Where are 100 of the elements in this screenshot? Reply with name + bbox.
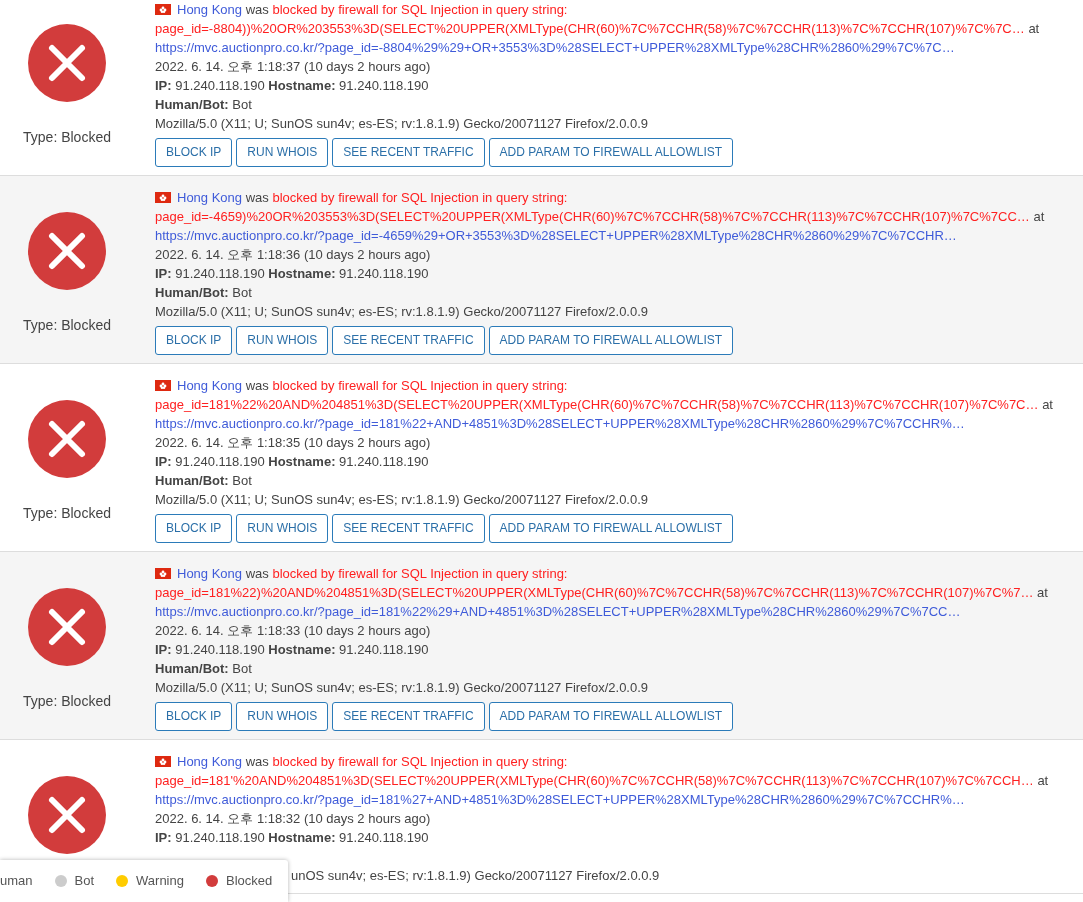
timestamp: 2022. 6. 14. 오후 1:18:36 (10 days 2 hours ago) (155, 247, 431, 262)
hostname-value: 91.240.118.190 (339, 78, 429, 93)
at-text: at (1033, 209, 1045, 224)
query-string: page_id=181%22)%20AND%204851%3D(SELECT%20UPPER(XMLType(CHR(60)%7C%7CCHR(58)%7C%7CCHR(113)%7C%7CCHR(107)%7C%7… (155, 585, 1034, 600)
action-button[interactable]: RUN WHOIS (236, 138, 329, 167)
url-link[interactable]: https://mvc.auctionpro.co.kr/?page_id=-8804%29%29+OR+3553%3D%28SELECT+UPPER%28XMLType%28CHR%2860%29%7C%7C… (155, 40, 955, 55)
hostname-label: Hostname: (268, 642, 336, 657)
action-button[interactable]: ADD PARAM TO FIREWALL ALLOWLIST (488, 138, 734, 167)
human-bot-label: Human/Bot: (155, 473, 229, 488)
human-bot-value: Bot (232, 473, 252, 488)
action-button[interactable]: ADD PARAM TO FIREWALL ALLOWLIST (488, 326, 734, 355)
at-text: at (1028, 21, 1040, 36)
query-string: page_id=-8804))%20OR%203553%3D(SELECT%20UPPER(XMLType(CHR(60)%7C%7CCHR(58)%7C%7CCHR(113)%7C%7CCHR(107)%7C%7C… (155, 21, 1025, 36)
url-link[interactable]: https://mvc.auctionpro.co.kr/?page_id=181%22%29+AND+4851%3D%28SELECT+UPPER%28XMLType%28CHR%2860%29%7C%7CC… (155, 604, 961, 619)
ip-value: 91.240.118.190 (175, 830, 265, 845)
user-agent: Mozilla/5.0 (X11; U; SunOS sun4v; es-ES; rv:1.8.1.9) Gecko/20071127 Firefox/2.0.0.9 (155, 116, 649, 131)
human-bot-value: Bot (232, 97, 252, 112)
flag-icon (155, 192, 171, 203)
query-string: page_id=181%22%20AND%204851%3D(SELECT%20UPPER(XMLType(CHR(60)%7C%7CCHR(58)%7C%7CCHR(113)%7C%7CCHR(107)%7C%7C… (155, 397, 1039, 412)
ip-value: 91.240.118.190 (175, 454, 265, 469)
country-link[interactable]: Hong Kong (177, 754, 243, 769)
legend-label: Blocked (226, 872, 273, 891)
at-text: at (1042, 397, 1053, 412)
legend-label: uman (0, 872, 33, 891)
ip-label: IP: (155, 266, 172, 281)
reason-text: blocked by firewall for SQL Injection in query string: (272, 754, 568, 769)
legend-label: Warning (136, 872, 184, 891)
user-agent: Mozilla/5.0 (X11; U; SunOS sun4v; es-ES; rv:1.8.1.9) Gecko/20071127 Firefox/2.0.0.9 (155, 304, 649, 319)
action-button[interactable]: SEE RECENT TRAFFIC (332, 702, 485, 731)
country-link[interactable]: Hong Kong (177, 378, 243, 393)
reason-text: blocked by firewall for SQL Injection in query string: (272, 566, 568, 581)
verb-text: was (245, 2, 269, 17)
action-button[interactable]: SEE RECENT TRAFFIC (332, 326, 485, 355)
action-button[interactable]: ADD PARAM TO FIREWALL ALLOWLIST (488, 702, 734, 731)
reason-text: blocked by firewall for SQL Injection in query string: (272, 2, 568, 17)
human-bot-value: Bot (232, 661, 252, 676)
timestamp: 2022. 6. 14. 오후 1:18:37 (10 days 2 hours ago) (155, 59, 431, 74)
hostname-value: 91.240.118.190 (339, 830, 429, 845)
action-button[interactable]: BLOCK IP (155, 514, 233, 543)
ip-value: 91.240.118.190 (175, 78, 265, 93)
type-label: Type: Blocked (23, 316, 111, 335)
at-text: at (1037, 585, 1048, 600)
action-button[interactable]: RUN WHOIS (236, 514, 329, 543)
ip-label: IP: (155, 454, 172, 469)
country-link[interactable]: Hong Kong (177, 2, 243, 17)
hostname-label: Hostname: (268, 830, 336, 845)
hostname-label: Hostname: (268, 454, 336, 469)
human-bot-label: Human/Bot: (155, 97, 229, 112)
hostname-value: 91.240.118.190 (339, 454, 429, 469)
action-button[interactable]: SEE RECENT TRAFFIC (332, 514, 485, 543)
country-link[interactable]: Hong Kong (177, 190, 243, 205)
query-string: page_id=181'%20AND%204851%3D(SELECT%20UPPER(XMLType(CHR(60)%7C%7CCHR(58)%7C%7CCHR(113)%7C%7CCHR(107)%7C%7CCH… (155, 773, 1034, 788)
human-bot-label: Human/Bot: (155, 661, 229, 676)
verb-text: was (245, 566, 269, 581)
hostname-label: Hostname: (268, 266, 336, 281)
hostname-label: Hostname: (268, 78, 336, 93)
action-button[interactable]: ADD PARAM TO FIREWALL ALLOWLIST (488, 514, 734, 543)
ip-label: IP: (155, 78, 172, 93)
flag-icon (155, 568, 171, 579)
user-agent: unOS sun4v; es-ES; rv:1.8.1.9) Gecko/20071127 Firefox/2.0.0.9 (291, 868, 660, 883)
hostname-value: 91.240.118.190 (339, 266, 429, 281)
reason-text: blocked by firewall for SQL Injection in query string: (272, 190, 568, 205)
verb-text: was (245, 754, 269, 769)
blocked-icon (28, 588, 106, 666)
reason-text: blocked by firewall for SQL Injection in query string: (272, 378, 568, 393)
hostname-value: 91.240.118.190 (339, 642, 429, 657)
blocked-icon (28, 212, 106, 290)
ip-label: IP: (155, 830, 172, 845)
user-agent: Mozilla/5.0 (X11; U; SunOS sun4v; es-ES; rv:1.8.1.9) Gecko/20071127 Firefox/2.0.0.9 (155, 680, 649, 695)
flag-icon (155, 4, 171, 15)
blocked-icon (28, 400, 106, 478)
timestamp: 2022. 6. 14. 오후 1:18:35 (10 days 2 hours ago) (155, 435, 431, 450)
timestamp: 2022. 6. 14. 오후 1:18:33 (10 days 2 hours ago) (155, 623, 431, 638)
blocked-icon (28, 24, 106, 102)
url-link[interactable]: https://mvc.auctionpro.co.kr/?page_id=-4659%29+OR+3553%3D%28SELECT+UPPER%28XMLType%28CHR%2860%29%7C%7CCHR… (155, 228, 957, 243)
query-string: page_id=-4659)%20OR%203553%3D(SELECT%20UPPER(XMLType(CHR(60)%7C%7CCHR(58)%7C%7CCHR(113)%7C%7CCHR(107)%7C%7CC… (155, 209, 1030, 224)
action-button[interactable]: RUN WHOIS (236, 326, 329, 355)
url-link[interactable]: https://mvc.auctionpro.co.kr/?page_id=181%22+AND+4851%3D%28SELECT+UPPER%28XMLType%28CHR%2860%29%7C%7CCHR%… (155, 416, 965, 431)
type-label: Type: Blocked (23, 692, 111, 711)
action-button[interactable]: BLOCK IP (155, 702, 233, 731)
ip-value: 91.240.118.190 (175, 642, 265, 657)
type-label: Type: Blocked (23, 504, 111, 523)
legend-label: Bot (74, 872, 95, 891)
ip-value: 91.240.118.190 (175, 266, 265, 281)
timestamp: 2022. 6. 14. 오후 1:18:32 (10 days 2 hours ago) (155, 811, 431, 826)
country-link[interactable]: Hong Kong (177, 566, 243, 581)
human-bot-value: Bot (232, 285, 252, 300)
action-button[interactable]: BLOCK IP (155, 326, 233, 355)
action-button[interactable]: SEE RECENT TRAFFIC (332, 138, 485, 167)
flag-icon (155, 756, 171, 767)
human-bot-label: Human/Bot: (155, 285, 229, 300)
user-agent: Mozilla/5.0 (X11; U; SunOS sun4v; es-ES; rv:1.8.1.9) Gecko/20071127 Firefox/2.0.0.9 (155, 492, 649, 507)
verb-text: was (245, 190, 269, 205)
url-link[interactable]: https://mvc.auctionpro.co.kr/?page_id=181%27+AND+4851%3D%28SELECT+UPPER%28XMLType%28CHR%2860%29%7C%7CCHR%… (155, 792, 965, 807)
action-button[interactable]: RUN WHOIS (236, 702, 329, 731)
blocked-icon (28, 776, 106, 854)
action-button[interactable]: BLOCK IP (155, 138, 233, 167)
type-label: Type: Blocked (23, 128, 111, 147)
flag-icon (155, 380, 171, 391)
verb-text: was (245, 378, 269, 393)
